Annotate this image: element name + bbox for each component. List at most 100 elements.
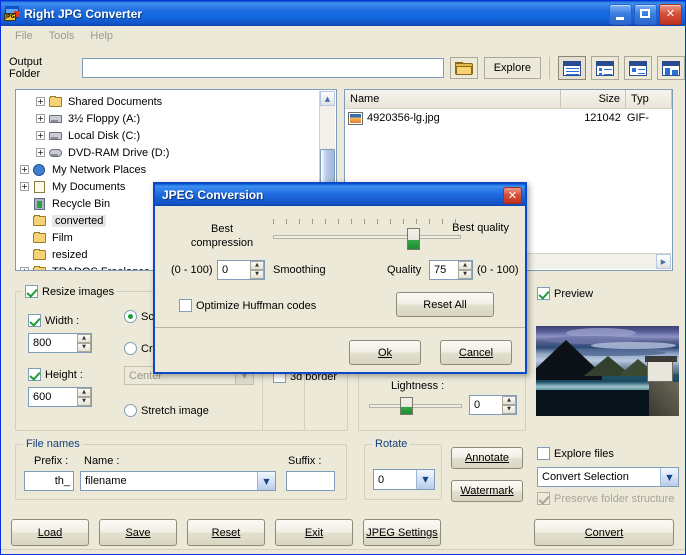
scroll-up-icon[interactable]: ▲ [320, 91, 335, 106]
column-header-size[interactable]: Size [561, 90, 626, 108]
lightness-slider[interactable] [369, 397, 462, 415]
smoothing-value: 0 [222, 264, 229, 276]
expander-icon[interactable]: + [20, 182, 29, 191]
quality-slider[interactable] [273, 228, 461, 250]
reset-button[interactable]: Reset [187, 519, 265, 546]
output-folder-input[interactable] [82, 58, 444, 78]
height-spinner[interactable]: ▲ ▼ [77, 388, 91, 406]
quality-input[interactable]: 75 ▲ ▼ [429, 260, 473, 280]
browse-folder-button[interactable] [449, 57, 478, 79]
scroll-right-icon[interactable]: ▶ [656, 254, 671, 269]
height-input[interactable]: 600 ▲ ▼ [28, 387, 92, 407]
preview-checkbox[interactable]: Preview [537, 287, 593, 300]
menu-bar: File Tools Help [1, 26, 685, 45]
minimize-button[interactable] [609, 4, 632, 25]
folder-icon [32, 248, 48, 262]
column-header-name[interactable]: Name [345, 90, 561, 108]
file-name-cell: 4920356-lg.jpg [367, 112, 440, 124]
stretch-radio[interactable]: Stretch image [124, 404, 209, 417]
explore-files-checkbox[interactable]: Explore files [537, 447, 614, 460]
width-spinner[interactable]: ▲ ▼ [77, 334, 91, 352]
checkbox-icon[interactable] [537, 492, 550, 505]
menu-item-tools[interactable]: Tools [41, 28, 83, 44]
checkbox-icon[interactable] [28, 314, 41, 327]
checkbox-icon[interactable] [25, 285, 38, 298]
expander-icon[interactable]: + [20, 267, 29, 270]
rotate-dropdown[interactable]: 0 ▼ [373, 469, 435, 490]
load-label: Load [37, 526, 63, 539]
width-checkbox[interactable]: Width : [28, 314, 79, 327]
radio-icon[interactable] [124, 404, 137, 417]
jpeg-settings-button[interactable]: JPEG Settings [363, 519, 441, 546]
explore-button[interactable]: Explore [483, 57, 541, 79]
details-view-icon [563, 60, 581, 76]
tree-item-my-network-places[interactable]: + My Network Places [16, 161, 336, 178]
height-checkbox[interactable]: Height : [28, 368, 83, 381]
width-input[interactable]: 800 ▲ ▼ [28, 333, 92, 353]
chevron-down-icon[interactable]: ▼ [257, 472, 275, 490]
expander-icon[interactable]: + [20, 165, 29, 174]
tree-item-floppy[interactable]: + 3½ Floppy (A:) [16, 110, 336, 127]
file-size-cell: 121042 [584, 112, 621, 124]
lightness-spinner[interactable]: ▲ ▼ [502, 396, 516, 414]
annotate-button[interactable]: Annotate [451, 447, 523, 469]
checkbox-icon[interactable] [179, 299, 192, 312]
convert-button[interactable]: Convert [534, 519, 674, 546]
reset-all-button[interactable]: Reset All [396, 292, 494, 317]
lightness-input[interactable]: 0 ▲ ▼ [469, 395, 517, 415]
suffix-input[interactable] [286, 471, 335, 491]
tree-item-dvd-ram[interactable]: + DVD-RAM Drive (D:) [16, 144, 336, 161]
convert-mode-dropdown[interactable]: Convert Selection ▼ [537, 467, 679, 487]
name-value: filename [85, 475, 127, 487]
close-button[interactable]: ✕ [659, 4, 682, 25]
small-icons-view-icon [629, 60, 647, 76]
jpeg-conversion-dialog: JPEG Conversion ✕ Best compression Best … [153, 182, 527, 374]
path-shape [649, 382, 679, 416]
best-compression-line1: Best [210, 223, 233, 235]
chevron-down-icon[interactable]: ▼ [660, 468, 678, 486]
menu-item-file[interactable]: File [7, 28, 41, 44]
dialog-close-button[interactable]: ✕ [503, 186, 522, 204]
menu-item-help[interactable]: Help [82, 28, 121, 44]
list-view-button[interactable] [591, 56, 619, 80]
watermark-button[interactable]: Watermark [451, 480, 523, 502]
title-bar: JPG Right JPG Converter ✕ [1, 1, 685, 26]
ok-button[interactable]: Ok [349, 340, 421, 365]
details-view-button[interactable] [558, 56, 586, 80]
prefix-input[interactable]: th_ [24, 471, 74, 491]
smoothing-spinner[interactable]: ▲ ▼ [250, 261, 264, 279]
expander-icon[interactable]: + [36, 148, 45, 157]
checkbox-icon[interactable] [28, 368, 41, 381]
smoothing-input[interactable]: 0 ▲ ▼ [217, 260, 265, 280]
preserve-folder-structure-checkbox[interactable]: Preserve folder structure [537, 492, 674, 505]
exit-button[interactable]: Exit [275, 519, 353, 546]
maximize-button[interactable] [634, 4, 657, 25]
slider-thumb[interactable] [407, 228, 420, 250]
expander-icon[interactable]: + [36, 97, 45, 106]
name-dropdown[interactable]: filename ▼ [80, 471, 276, 491]
optimize-huffman-checkbox[interactable]: Optimize Huffman codes [179, 299, 316, 312]
large-icons-view-button[interactable] [657, 56, 685, 80]
tree-item-local-disk[interactable]: + Local Disk (C:) [16, 127, 336, 144]
status-bar [1, 549, 685, 554]
quality-spinner[interactable]: ▲ ▼ [458, 261, 472, 279]
checkbox-icon[interactable] [537, 447, 550, 460]
dialog-title: JPEG Conversion [162, 188, 264, 202]
expander-icon[interactable]: + [36, 131, 45, 140]
small-icons-view-button[interactable] [624, 56, 652, 80]
preserve-folder-structure-label: Preserve folder structure [554, 492, 675, 505]
cancel-button[interactable]: Cancel [440, 340, 512, 365]
save-button[interactable]: Save [99, 519, 177, 546]
slider-thumb[interactable] [400, 397, 413, 415]
resize-images-checkbox[interactable]: Resize images [22, 285, 118, 298]
tree-item-label: Film [52, 231, 73, 244]
chevron-down-icon[interactable]: ▼ [416, 470, 434, 489]
checkbox-icon[interactable] [537, 287, 550, 300]
expander-icon[interactable]: + [36, 114, 45, 123]
radio-icon[interactable] [124, 342, 137, 355]
load-button[interactable]: Load [11, 519, 89, 546]
column-header-type[interactable]: Typ [626, 90, 672, 108]
radio-icon[interactable] [124, 310, 137, 323]
tree-item-shared-documents[interactable]: + Shared Documents [16, 93, 336, 110]
file-list-row[interactable]: 4920356-lg.jpg 121042 GIF- [345, 109, 672, 127]
